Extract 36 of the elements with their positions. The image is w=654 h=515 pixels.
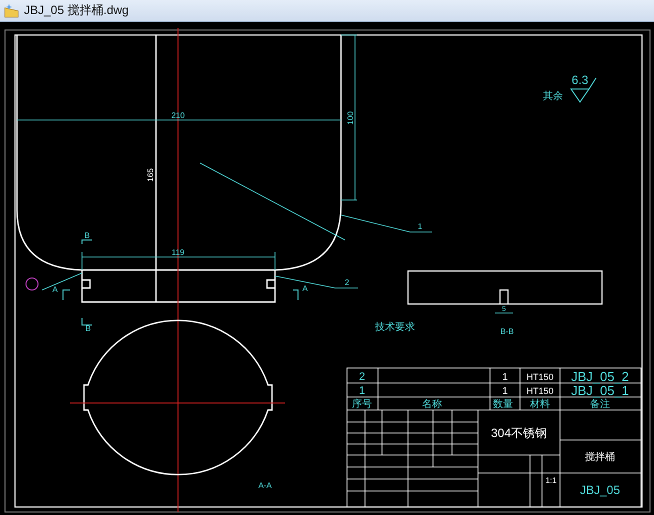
drawing-number: JBJ_05 [580,483,620,497]
column-header: 序号 [352,399,372,410]
part-code: JBJ_05_1 [571,383,629,398]
part-number: 2 [344,278,350,287]
column-header: 材料 [530,399,550,410]
window-title: JBJ_05 搅拌桶.dwg [24,2,129,19]
item-number: 1 [358,385,366,397]
column-header: 名称 [422,399,442,410]
roughness-symbol [570,78,596,102]
dimension-line [494,312,514,314]
item-number: 2 [358,371,366,383]
section-label: B [85,324,91,333]
quantity-value: 1 [502,386,508,397]
material-label: 304不锈钢 [490,426,548,440]
dimension-label: 165 [146,168,155,182]
section-label: B [84,231,90,240]
requirements-heading: 技术要求 [375,322,415,333]
section-label: A [302,284,308,293]
roughness-value: 6.3 [572,73,588,87]
view-label: A-A [258,481,272,490]
view-label: B-B [500,327,514,336]
part-number: 1 [418,222,422,231]
material-value: HT150 [526,372,554,382]
section-label: A [52,285,58,294]
column-header: 数量 [493,399,513,410]
balloon-symbol [26,278,38,290]
leader-line [42,272,82,290]
scale-value: 1:1 [545,476,557,485]
surface-note: 其余 [543,91,563,102]
part-code: JBJ_05_2 [571,369,629,384]
column-header: 备注 [590,399,610,410]
material-value: HT150 [526,386,554,396]
quantity-value: 1 [502,372,508,383]
drawing-file-icon [4,3,19,18]
dimension-label: 100 [346,111,355,125]
drawing-name: 搅拌桶 [585,452,615,463]
